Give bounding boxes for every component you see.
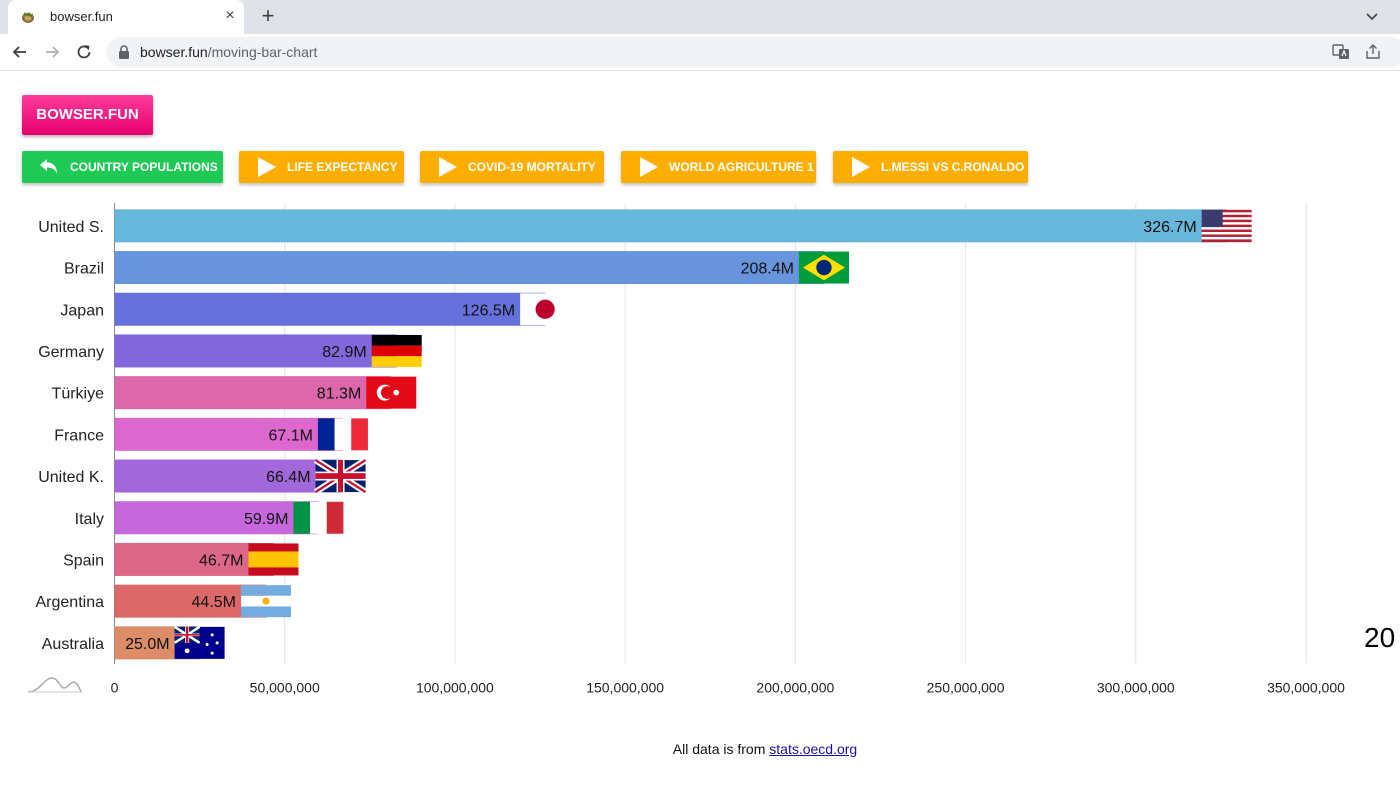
value-label: 59.9M [244,511,288,528]
play-icon [439,157,457,177]
x-tick-label: 0 [111,680,119,696]
x-tick-label: 50,000,000 [250,680,320,696]
back-arrow-icon [40,159,57,174]
value-label: 81.3M [317,386,361,403]
value-label: 126.5M [462,302,515,319]
x-tick-label: 150,000,000 [586,680,664,696]
it-flag-icon [293,501,344,534]
category-label: Australia [42,636,104,653]
es-flag-icon [248,543,299,576]
tr-flag-icon [366,376,417,409]
nav-button-label: WORLD AGRICULTURE 1 [669,160,814,174]
play-icon [852,157,870,177]
bowser-favicon-icon [22,12,34,23]
nav-button-label: COUNTRY POPULATIONS [70,160,218,174]
nav-button-label: LIFE EXPECTANCY [287,160,398,174]
gb-flag-icon [313,457,368,495]
category-label: Italy [75,511,104,528]
nav-button-label: COVID-19 MORTALITY [468,160,596,174]
category-label: Türkiye [52,386,105,403]
x-tick-label: 100,000,000 [416,680,494,696]
back-arrow-icon[interactable] [10,42,30,62]
x-tick-label: 300,000,000 [1097,680,1175,696]
x-tick-label: 200,000,000 [756,680,834,696]
reload-icon[interactable] [74,42,94,62]
category-label: Germany [38,344,104,361]
forward-arrow-icon[interactable] [42,42,62,62]
value-label: 82.9M [322,344,366,361]
tab-strip: bowser.fun × + [0,0,1400,34]
footer: All data is from stats.oecd.org [0,741,1400,757]
value-label: 66.4M [266,469,310,486]
ar-flag-icon [240,585,291,618]
country-populations-button[interactable]: COUNTRY POPULATIONS [22,151,223,183]
de-flag-icon [371,334,422,367]
year-label: 20 [1364,622,1395,653]
url-text[interactable]: bowser.fun/moving-bar-chart [140,44,317,60]
value-label: 67.1M [268,427,312,444]
lock-icon[interactable] [118,45,130,59]
population-bar-chart: United S. 326.7M Brazil 208.4M Japan 126.5M Ge… [27,203,1395,696]
category-label: France [54,427,104,444]
value-label: 25.0M [125,636,169,653]
translate-icon[interactable] [1332,43,1350,61]
brand-button[interactable]: BOWSER.FUN [22,95,153,135]
jp-flag-icon [520,293,571,326]
category-label: United K. [38,469,104,486]
value-label: 208.4M [741,261,794,278]
category-label: Argentina [36,594,105,611]
us-flag-icon [1201,209,1252,243]
stats-oecd-link[interactable]: stats.oecd.org [769,741,857,757]
br-flag-icon [798,251,849,284]
category-label: Japan [60,302,104,319]
browser-toolbar: bowser.fun/moving-bar-chart [0,34,1400,71]
fr-flag-icon [317,418,368,451]
value-label: 44.5M [192,594,236,611]
value-label: 46.7M [199,552,243,569]
play-icon [640,157,658,177]
address-bar[interactable]: bowser.fun/moving-bar-chart [106,37,1400,67]
nav-button-label: L.MESSI VS C.RONALDO [881,160,1025,174]
x-tick-label: 350,000,000 [1267,680,1345,696]
bar [114,209,1227,243]
x-tick-label: 250,000,000 [927,680,1005,696]
messi-vs-ronaldo-button[interactable]: L.MESSI VS C.RONALDO [833,151,1028,183]
covid-mortality-button[interactable]: COVID-19 MORTALITY [420,151,604,183]
new-tab-icon[interactable]: + [257,5,279,28]
tab-close-icon[interactable]: × [222,8,238,24]
chevron-down-icon[interactable] [1362,6,1382,26]
play-icon [258,157,276,177]
world-agriculture-button[interactable]: WORLD AGRICULTURE 1 [621,151,816,183]
category-label: United S. [38,219,104,236]
au-flag-icon [173,625,225,659]
category-label: Spain [63,552,104,569]
tab-title: bowser.fun [50,9,113,24]
bar [114,251,824,285]
browser-tab[interactable]: bowser.fun × [8,0,244,34]
amcharts-logo-icon [27,677,83,693]
life-expectancy-button[interactable]: LIFE EXPECTANCY [239,151,404,183]
category-label: Brazil [64,261,104,278]
value-label: 326.7M [1143,219,1196,236]
footer-text: All data is from [672,741,770,757]
share-icon[interactable] [1364,43,1382,61]
